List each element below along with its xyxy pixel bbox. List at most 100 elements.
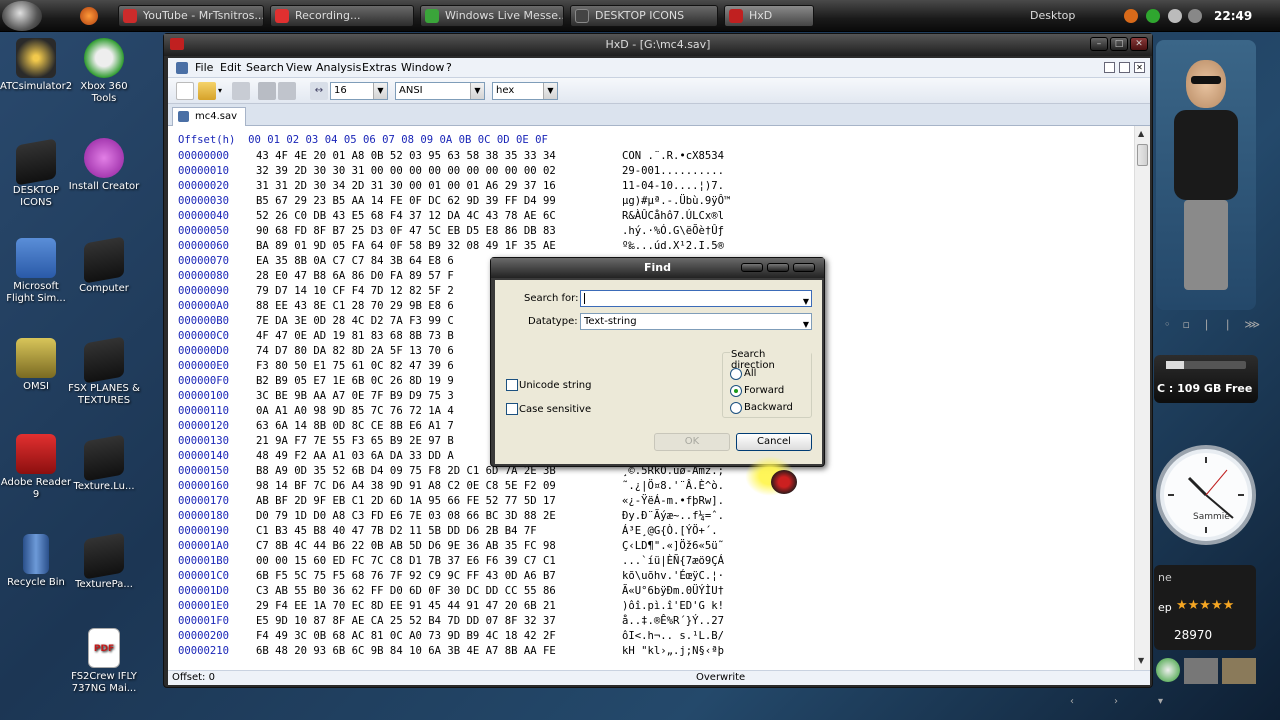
scroll-up-icon[interactable]: ▲ [1138, 129, 1144, 138]
taskbar-button-recording[interactable]: Recording... [270, 5, 414, 27]
hex-row[interactable]: 000000F0 B2 B9 05 E7 1E 6B 0C 26 8D 19 9 [178, 375, 454, 390]
hex-row[interactable]: 00000200 F4 49 3C 0B 68 AC 81 0C A0 73 9D… [178, 630, 724, 645]
desktop-toolbar-label[interactable]: Desktop [1030, 9, 1075, 22]
row-hex-bytes[interactable]: 0A A1 A0 98 9D 85 7C 76 72 1A 4 [256, 405, 454, 417]
hex-row[interactable]: 000000D0 74 D7 80 DA 82 8D 2A 5F 13 70 6 [178, 345, 454, 360]
row-hex-bytes[interactable]: AB BF 2D 9F EB C1 2D 6D 1A 95 66 FE 52 7… [256, 495, 556, 507]
hex-row[interactable]: 00000050 90 68 FD 8F B7 25 D3 0F 47 5C EB… [178, 225, 724, 240]
xbox-avatar-gadget[interactable] [1156, 40, 1256, 310]
row-hex-bytes[interactable]: D0 79 1D D0 A8 C3 FD E6 7E 03 08 66 BC 3… [256, 510, 556, 522]
row-hex-bytes[interactable]: B5 67 29 23 B5 AA 14 FE 0F DC 62 9D 39 F… [256, 195, 556, 207]
sidebar-controls[interactable]: ‹›▾ [1070, 696, 1260, 716]
hex-row[interactable]: 00000190 C1 B3 45 B8 40 47 7B D2 11 5B DD… [178, 525, 718, 540]
hex-row[interactable]: 00000140 48 49 F2 AA A1 03 6A DA 33 DD A [178, 450, 454, 465]
row-hex-bytes[interactable]: EA 35 8B 0A C7 C7 84 3B 64 E8 6 [256, 255, 454, 267]
row-text[interactable]: kH "kl›„.j;N§‹ªþ [622, 645, 724, 657]
row-text[interactable]: ...`íü|ÈÑ{7æö9ÇÁ [622, 555, 724, 567]
tray-volume-icon[interactable] [1188, 9, 1202, 23]
menu-edit[interactable]: Edit [220, 61, 241, 74]
hex-row[interactable]: 00000170 AB BF 2D 9F EB C1 2D 6D 1A 95 66… [178, 495, 724, 510]
search-input[interactable]: ▼ [580, 290, 812, 307]
row-hex-bytes[interactable]: 74 D7 80 DA 82 8D 2A 5F 13 70 6 [256, 345, 454, 357]
row-hex-bytes[interactable]: C3 AB 55 B0 36 62 FF D0 6D 0F 30 DC DD C… [256, 585, 556, 597]
row-hex-bytes[interactable]: 98 14 BF 7C D6 A4 38 9D 91 A8 C2 0E C8 5… [256, 480, 556, 492]
hex-row[interactable]: 00000040 52 26 C0 DB 43 E5 68 F4 37 12 DA… [178, 210, 724, 225]
row-hex-bytes[interactable]: 52 26 C0 DB 43 E5 68 F4 37 12 DA 4C 43 7… [256, 210, 556, 222]
chevron-down-icon[interactable]: ▼ [803, 294, 809, 309]
row-hex-bytes[interactable]: F4 49 3C 0B 68 AC 81 0C A0 73 9D B9 4C 1… [256, 630, 556, 642]
xbox-icon[interactable] [1156, 658, 1180, 682]
row-hex-bytes[interactable]: BA 89 01 9D 05 FA 64 0F 58 B9 32 08 49 1… [256, 240, 556, 252]
row-text[interactable]: CON .¨.R.•cX8534 [622, 150, 724, 162]
hex-row[interactable]: 00000060 BA 89 01 9D 05 FA 64 0F 58 B9 32… [178, 240, 724, 255]
unicode-string-label[interactable]: Unicode string [519, 380, 591, 391]
tab-mc4-sav[interactable]: mc4.sav [172, 107, 247, 126]
row-text[interactable]: .hý.·%Ó.G\ëÕè†Ûƒ [622, 225, 724, 237]
row-text[interactable]: ˜.¿|Ö¤8.'¨Â.È^ò. [622, 480, 724, 492]
game-thumb-2[interactable] [1222, 658, 1256, 684]
row-hex-bytes[interactable]: 48 49 F2 AA A1 03 6A DA 33 DD A [256, 450, 454, 462]
firefox-quicklaunch-icon[interactable] [80, 7, 98, 25]
row-hex-bytes[interactable]: C1 B3 45 B8 40 47 7B D2 11 5B DD D6 2B B… [256, 525, 537, 537]
row-text[interactable]: Ðy.Ð¨Ãýæ~..f¼=ˆ. [622, 510, 724, 522]
taskbar-clock[interactable]: 22:49 [1214, 9, 1252, 23]
minimize-icon[interactable]: – [1090, 37, 1108, 51]
copy-icon[interactable] [278, 82, 296, 100]
hex-row[interactable]: 000001E0 29 F4 EE 1A 70 EC 8D EE 91 45 44… [178, 600, 724, 615]
tray-messenger-icon[interactable] [1146, 9, 1160, 23]
window-title[interactable]: HxD - [G:\mc4.sav] [164, 34, 1152, 56]
hex-row[interactable]: 00000120 63 6A 14 8B 0D 8C CE 8B E6 A1 7 [178, 420, 454, 435]
chevron-down-icon[interactable]: ▼ [543, 83, 557, 99]
media-controls[interactable]: ◦▫❘❘⋙ [1156, 318, 1260, 338]
chevron-down-icon[interactable]: ▼ [373, 83, 387, 99]
direction-all-radio[interactable] [730, 368, 742, 380]
taskbar-button-desktop-icons[interactable]: DESKTOP ICONS [570, 5, 718, 27]
bytes-per-row-select[interactable]: 16 ▼ [330, 82, 388, 100]
hex-row[interactable]: 000000C0 4F 47 0E AD 19 81 83 68 8B 73 B [178, 330, 454, 345]
row-text[interactable]: µg)#µª.-.Übù.9ÿÔ™ [622, 195, 730, 207]
hex-row[interactable]: 000001B0 00 00 15 60 ED FC 7C C8 D1 7B 37… [178, 555, 724, 570]
hex-row[interactable]: 000001C0 6B F5 5C 75 F5 68 76 7F 92 C9 9C… [178, 570, 724, 585]
desktop-icon-desktop-icons[interactable]: DESKTOP ICONS [0, 138, 72, 209]
row-hex-bytes[interactable]: 6B F5 5C 75 F5 68 76 7F 92 C9 9C FF 43 0… [256, 570, 556, 582]
direction-all-label[interactable]: All [744, 368, 756, 379]
direction-forward-label[interactable]: Forward [744, 385, 784, 396]
desktop-icon-fs2crew[interactable]: PDF FS2Crew IFLY 737NG Mai... [68, 628, 140, 695]
row-hex-bytes[interactable]: 7E DA 3E 0D 28 4C D2 7A F3 99 C [256, 315, 454, 327]
ok-button[interactable]: OK [654, 433, 730, 451]
desktop-icon-computer[interactable]: Computer [68, 236, 140, 295]
feed-gadget[interactable]: ne ep ★★★★★ 28970 [1154, 565, 1256, 650]
row-hex-bytes[interactable]: 79 D7 14 10 CF F4 7D 12 82 5F 2 [256, 285, 454, 297]
row-text[interactable]: R&ÀÛCåhô7.ÚLCx®l [622, 210, 724, 222]
bytes-per-row-icon[interactable]: ↔ [310, 82, 328, 100]
row-hex-bytes[interactable]: B2 B9 05 E7 1E 6B 0C 26 8D 19 9 [256, 375, 454, 387]
hex-row[interactable]: 00000100 3C BE 9B AA A7 0E 7F B9 D9 75 3 [178, 390, 454, 405]
cut-icon[interactable] [258, 82, 276, 100]
menu-analysis[interactable]: Analysis [316, 61, 361, 74]
hex-row[interactable]: 00000160 98 14 BF 7C D6 A4 38 9D 91 A8 C2… [178, 480, 724, 495]
game-thumbnails[interactable] [1156, 656, 1256, 686]
hex-row[interactable]: 000001D0 C3 AB 55 B0 36 62 FF D0 6D 0F 30… [178, 585, 724, 600]
row-hex-bytes[interactable]: 28 E0 47 B8 6A 86 D0 FA 89 57 F [256, 270, 454, 282]
cancel-button[interactable]: Cancel [736, 433, 812, 451]
hex-row[interactable]: 000000A0 88 EE 43 8E C1 28 70 29 9B E8 6 [178, 300, 454, 315]
scroll-down-icon[interactable]: ▼ [1138, 656, 1144, 665]
case-sensitive-label[interactable]: Case sensitive [519, 404, 591, 415]
menu-file[interactable]: File [195, 61, 213, 74]
desktop-icon-adobe-reader[interactable]: Adobe Reader 9 [0, 434, 72, 501]
row-text[interactable]: Ç‹LD¶".«]Öž6«5ü˜ [622, 540, 724, 552]
row-hex-bytes[interactable]: 63 6A 14 8B 0D 8C CE 8B E6 A1 7 [256, 420, 454, 432]
desktop-icon-texturepa[interactable]: TexturePa... [68, 532, 140, 591]
direction-backward-label[interactable]: Backward [744, 402, 793, 413]
hxd-app-icon[interactable] [170, 38, 184, 50]
maximize-icon[interactable]: □ [1110, 37, 1128, 51]
hex-row[interactable]: 00000080 28 E0 47 B8 6A 86 D0 FA 89 57 F [178, 270, 454, 285]
row-text[interactable]: Ã«U°6bÿÐm.0ÜÝÌU† [622, 585, 724, 597]
desktop-icon-omsi[interactable]: OMSI [0, 338, 72, 393]
document-icon[interactable] [176, 62, 188, 74]
row-text[interactable]: )ôî.pì.î'ED'G k! [622, 600, 724, 612]
open-dropdown-icon[interactable]: ▾ [218, 86, 222, 95]
game-thumb-1[interactable] [1184, 658, 1218, 684]
desktop-icon-recycle-bin[interactable]: Recycle Bin [0, 534, 72, 589]
hex-row[interactable]: 000000E0 F3 80 50 E1 75 61 0C 82 47 39 6 [178, 360, 454, 375]
